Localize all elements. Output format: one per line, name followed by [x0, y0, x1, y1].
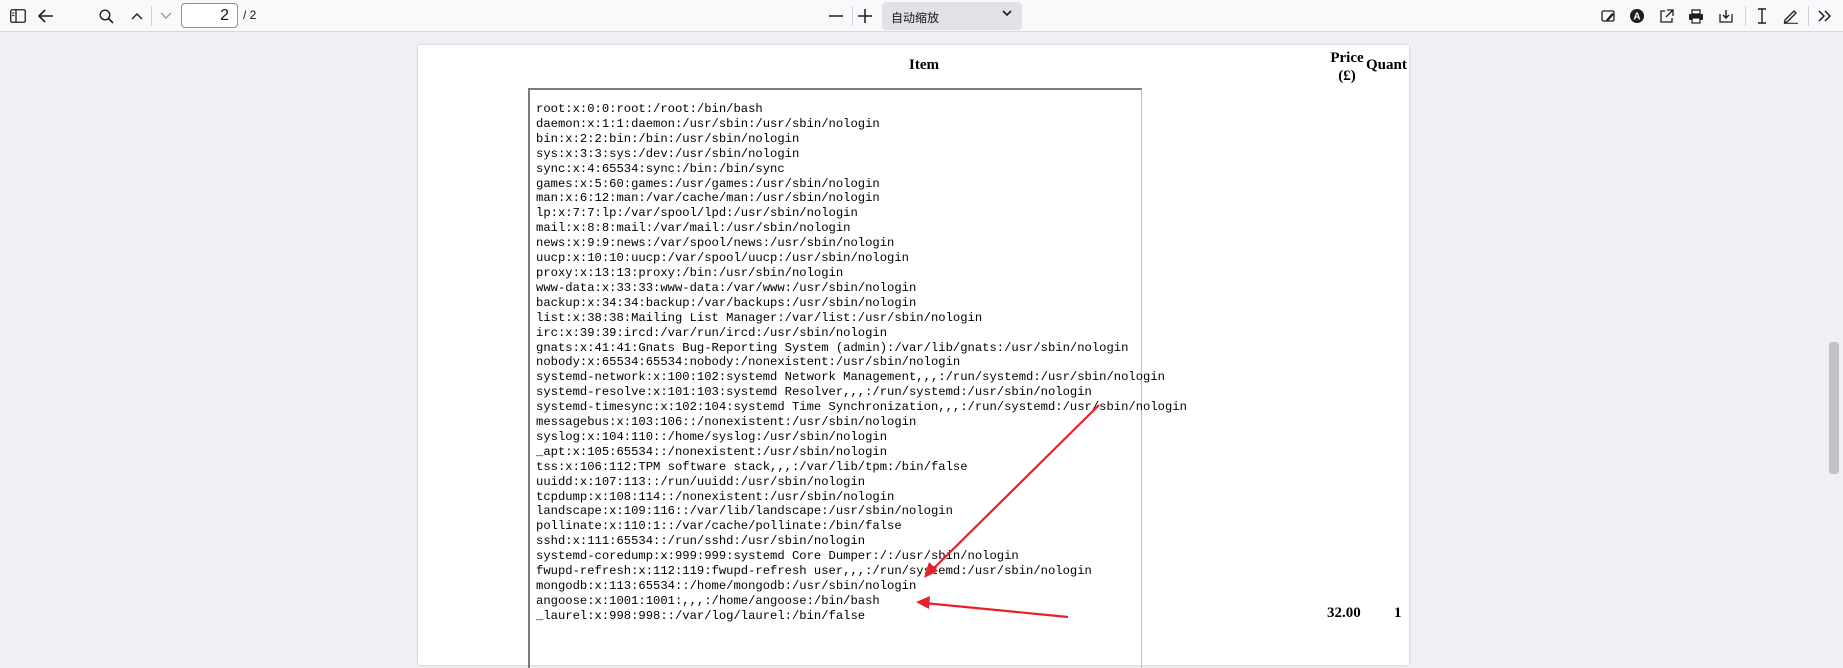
svg-text:A: A [1633, 12, 1640, 23]
passwd-line: sys:x:3:3:sys:/dev:/usr/sbin/nologin [536, 146, 800, 161]
passwd-line: nobody:x:65534:65534:nobody:/nonexistent… [536, 355, 961, 370]
toolbar-divider [1745, 6, 1746, 26]
print-icon[interactable] [1684, 4, 1708, 28]
passwd-line: games:x:5:60:games:/usr/games:/usr/sbin/… [536, 176, 880, 191]
passwd-file-contents: root:x:0:0:root:/root:/bin/bash daemon:x… [536, 102, 1187, 624]
search-icon[interactable] [94, 4, 118, 28]
passwd-line: sshd:x:111:65534::/run/sshd:/usr/sbin/no… [536, 534, 866, 549]
passwd-line: _laurel:x:998:998::/var/log/laurel:/bin/… [536, 608, 866, 623]
passwd-line: systemd-timesync:x:102:104:systemd Time … [536, 400, 1187, 415]
passwd-line: systemd-resolve:x:101:103:systemd Resolv… [536, 385, 1092, 400]
edit-image-icon[interactable] [1596, 4, 1620, 28]
passwd-line: syslog:x:104:110::/home/syslog:/usr/sbin… [536, 429, 888, 444]
chevron-down-icon[interactable] [155, 4, 177, 28]
passwd-line: bin:x:2:2:bin:/bin:/usr/sbin/nologin [536, 131, 800, 146]
passwd-line: gnats:x:41:41:Gnats Bug-Reporting System… [536, 340, 1129, 355]
download-icon[interactable] [1714, 4, 1738, 28]
passwd-line: mail:x:8:8:mail:/var/mail:/usr/sbin/nolo… [536, 221, 851, 236]
passwd-line: _apt:x:105:65534::/nonexistent:/usr/sbin… [536, 444, 888, 459]
sidebar-toggle-icon[interactable] [6, 4, 30, 28]
passwd-line: systemd-coredump:x:999:999:systemd Core … [536, 549, 1019, 564]
price-value: 32.00 [1327, 605, 1361, 621]
column-header-price: Price (£) [1327, 49, 1367, 85]
passwd-line: uucp:x:10:10:uucp:/var/spool/uucp:/usr/s… [536, 251, 909, 266]
zoom-in-icon[interactable] [853, 4, 877, 28]
vertical-scrollbar-thumb[interactable] [1829, 342, 1839, 474]
zoom-out-icon[interactable] [824, 4, 848, 28]
passwd-line: sync:x:4:65534:sync:/bin:/bin/sync [536, 161, 785, 176]
column-header-item: Item [909, 57, 939, 73]
quantity-value: 1 [1394, 605, 1402, 621]
toolbar-divider [1808, 6, 1809, 26]
passwd-line: backup:x:34:34:backup:/var/backups:/usr/… [536, 295, 917, 310]
passwd-line: landscape:x:109:116::/var/lib/landscape:… [536, 504, 953, 519]
text-cursor-icon[interactable] [1750, 4, 1774, 28]
pdf-page: Item Price (£) Quant root:x:0:0:root:/ro… [418, 45, 1409, 668]
back-arrow-icon[interactable] [34, 4, 58, 28]
more-tools-icon[interactable] [1813, 4, 1837, 28]
draw-icon[interactable] [1779, 4, 1803, 28]
page-number-input[interactable] [181, 3, 238, 28]
passwd-line: angoose:x:1001:1001:,,,:/home/angoose:/b… [536, 593, 880, 608]
passwd-line: tcpdump:x:108:114::/nonexistent:/usr/sbi… [536, 489, 895, 504]
passwd-line: proxy:x:13:13:proxy:/bin:/usr/sbin/nolog… [536, 265, 844, 280]
pdf-viewer-toolbar: / 2 自动缩放 A [0, 0, 1843, 32]
passwd-line: man:x:6:12:man:/var/cache/man:/usr/sbin/… [536, 191, 880, 206]
passwd-line: daemon:x:1:1:daemon:/usr/sbin:/usr/sbin/… [536, 116, 880, 131]
text-annotation-icon[interactable]: A [1625, 4, 1649, 28]
column-header-quantity: Quant [1366, 57, 1407, 73]
passwd-line: messagebus:x:103:106::/nonexistent:/usr/… [536, 415, 917, 430]
passwd-line: systemd-network:x:100:102:systemd Networ… [536, 370, 1165, 385]
passwd-line: mongodb:x:113:65534::/home/mongodb:/usr/… [536, 579, 917, 593]
toolbar-divider [151, 6, 152, 26]
chevron-up-icon[interactable] [126, 4, 148, 28]
passwd-line: fwupd-refresh:x:112:119:fwupd-refresh us… [536, 564, 1092, 579]
passwd-line: uuidd:x:107:113::/run/uuidd:/usr/sbin/no… [536, 474, 866, 489]
zoom-select-label: 自动缩放 [891, 11, 940, 25]
zoom-select[interactable]: 自动缩放 [882, 2, 1022, 30]
passwd-line: list:x:38:38:Mailing List Manager:/var/l… [536, 310, 983, 325]
passwd-line: news:x:9:9:news:/var/spool/news:/usr/sbi… [536, 236, 895, 251]
passwd-line: tss:x:106:112:TPM software stack,,,:/var… [536, 459, 968, 474]
chevron-down-icon [1002, 10, 1012, 17]
page-total-label: / 2 [243, 8, 257, 22]
passwd-line: lp:x:7:7:lp:/var/spool/lpd:/usr/sbin/nol… [536, 206, 858, 221]
price-header-line1: Price [1330, 50, 1364, 66]
passwd-line: root:x:0:0:root:/root:/bin/bash [536, 102, 763, 116]
passwd-line: pollinate:x:110:1::/var/cache/pollinate:… [536, 519, 902, 534]
open-external-icon[interactable] [1654, 4, 1678, 28]
passwd-line: irc:x:39:39:ircd:/var/run/ircd:/usr/sbin… [536, 325, 888, 340]
price-header-line2: (£) [1338, 68, 1356, 84]
passwd-line: www-data:x:33:33:www-data:/var/www:/usr/… [536, 280, 917, 295]
